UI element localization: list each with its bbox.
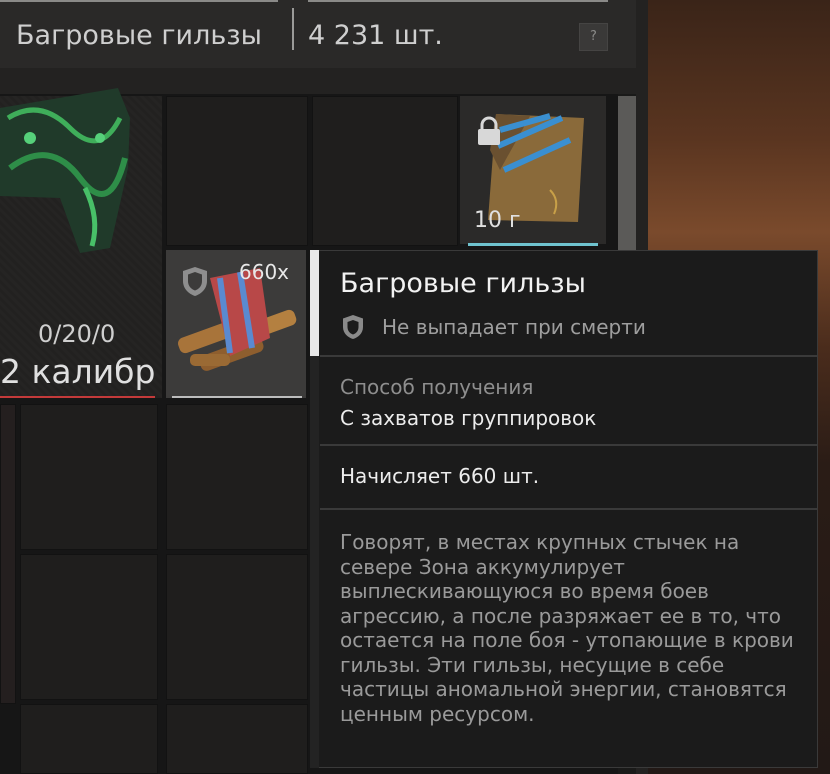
inventory-slot[interactable] — [166, 96, 308, 246]
help-button[interactable]: ? — [579, 23, 608, 51]
tooltip-accent — [310, 250, 319, 356]
item-quantity: 660x — [239, 260, 290, 284]
lock-icon — [478, 116, 500, 145]
tooltip-divider — [320, 508, 817, 510]
inventory-slot[interactable] — [166, 554, 308, 700]
header-top-line — [0, 0, 278, 2]
inventory-slot-edge[interactable] — [0, 404, 16, 704]
inventory-slot[interactable] — [20, 554, 158, 700]
item-weight: 10 г — [474, 208, 521, 233]
header-top-line — [308, 0, 608, 2]
inventory-slot[interactable] — [312, 96, 458, 246]
shield-icon — [183, 267, 207, 296]
tooltip-strip — [310, 356, 319, 768]
tooltip-divider — [320, 355, 817, 357]
currency-count: 4 231 шт. — [308, 20, 443, 51]
weapon-durability: 0/20/0 — [38, 320, 116, 348]
tooltip-divider — [320, 444, 817, 446]
tooltip-no-drop: Не выпадает при смерти — [382, 315, 646, 339]
item-rarity-bar — [172, 396, 302, 398]
header-separator — [292, 8, 294, 50]
tooltip-source-label: Способ получения — [340, 375, 534, 399]
currency-name: Багровые гильзы — [16, 20, 262, 51]
inventory-slot[interactable] — [166, 404, 308, 550]
shield-icon — [343, 315, 363, 339]
weapon-image — [0, 88, 130, 253]
tooltip-credit: Начисляет 660 шт. — [340, 464, 540, 488]
item-rarity-bar — [468, 243, 598, 246]
tooltip-title: Багровые гильзы — [340, 268, 586, 299]
tooltip-source-value: С захватов группировок — [340, 406, 597, 430]
tooltip-description: Говорят, в местах крупных стычек на севе… — [340, 530, 794, 726]
inventory-slot[interactable] — [166, 704, 308, 774]
inventory-slot[interactable] — [20, 404, 158, 550]
inventory-slot[interactable] — [20, 704, 158, 774]
weapon-caliber: 2 калибр — [0, 352, 156, 391]
weapon-condition-bar — [0, 396, 155, 398]
